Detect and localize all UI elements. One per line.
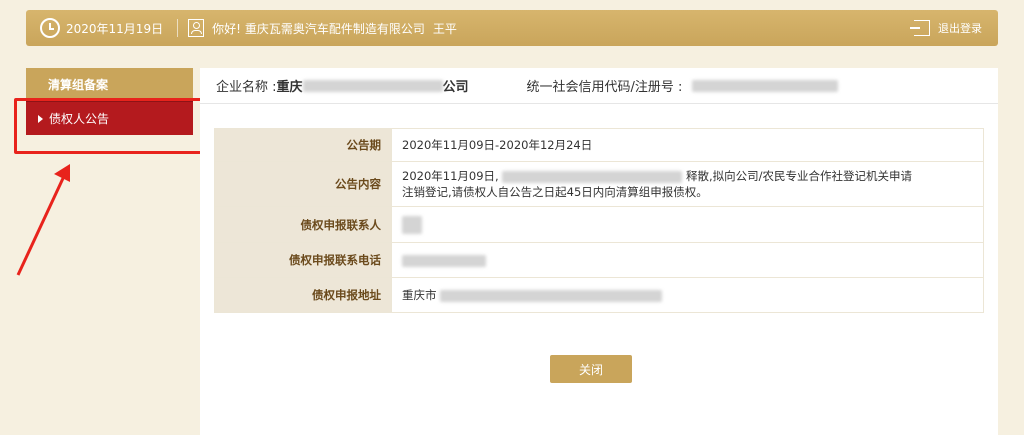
row-key: 公告内容 bbox=[214, 161, 392, 207]
redacted-notice-text bbox=[502, 170, 683, 183]
contact-phone-value bbox=[391, 242, 984, 278]
redacted-company-name bbox=[302, 79, 443, 92]
redacted-contact-phone bbox=[402, 254, 486, 267]
notice-period-value: 2020年11月09日-2020年12月24日 bbox=[391, 128, 984, 162]
row-key: 债权申报联系人 bbox=[214, 206, 392, 243]
sidebar: 清算组备案 债权人公告 bbox=[26, 68, 193, 135]
caret-right-icon bbox=[38, 114, 43, 123]
claim-address-value: 重庆市 bbox=[391, 277, 984, 313]
row-key: 公告期 bbox=[214, 128, 392, 162]
table-row: 公告内容 2020年11月09日, 释散,拟向公司/农民专业合作社登记机关申请 … bbox=[214, 161, 984, 207]
credit-code-label: 统一社会信用代码/注册号 : bbox=[526, 80, 683, 95]
company-name-prefix: 重庆 bbox=[276, 80, 303, 95]
logout-icon bbox=[910, 20, 930, 36]
table-row: 债权申报联系电话 bbox=[214, 242, 984, 278]
redacted-credit-code bbox=[692, 79, 839, 92]
greeting-text: 你好! bbox=[212, 21, 241, 36]
header-company-name: 重庆瓦需奥汽车配件制造有限公司 bbox=[244, 21, 425, 36]
clock-icon bbox=[40, 18, 60, 38]
panel-header: 企业名称 : 重庆 公司 统一社会信用代码/注册号 : bbox=[200, 68, 998, 104]
redacted-contact-person bbox=[402, 215, 422, 234]
close-button[interactable]: 关闭 bbox=[550, 355, 632, 383]
sidebar-item-label: 债权人公告 bbox=[49, 112, 110, 126]
sidebar-item-creditor-notice[interactable]: 债权人公告 bbox=[26, 101, 193, 135]
top-header-bar: 2020年11月19日 你好! 重庆瓦需奥汽车配件制造有限公司 王平 退出登录 bbox=[26, 10, 998, 46]
notice-info-table: 公告期 2020年11月09日-2020年12月24日 公告内容 2020年11… bbox=[214, 128, 984, 313]
header-username: 王平 bbox=[432, 21, 457, 36]
user-icon bbox=[188, 19, 205, 37]
table-row: 债权申报联系人 bbox=[214, 206, 984, 243]
contact-person-value bbox=[391, 206, 984, 243]
header-divider bbox=[177, 19, 179, 37]
logout-button[interactable]: 退出登录 bbox=[910, 20, 982, 36]
current-date: 2020年11月19日 bbox=[66, 21, 164, 36]
notice-content-value: 2020年11月09日, 释散,拟向公司/农民专业合作社登记机关申请 注销登记,… bbox=[391, 161, 984, 207]
notice-content-line1-suffix: 释散,拟向公司/农民专业合作社登记机关申请 bbox=[686, 169, 913, 183]
main-panel: 企业名称 : 重庆 公司 统一社会信用代码/注册号 : 公告期 2020年11月… bbox=[200, 68, 998, 435]
redacted-claim-address bbox=[440, 289, 663, 302]
row-key: 债权申报联系电话 bbox=[214, 242, 392, 278]
logout-label: 退出登录 bbox=[938, 22, 982, 35]
claim-address-prefix: 重庆市 bbox=[402, 288, 437, 302]
table-row: 债权申报地址 重庆市 bbox=[214, 277, 984, 313]
annotation-arrow-icon bbox=[16, 164, 70, 276]
company-name-label: 企业名称 : bbox=[216, 80, 277, 95]
table-row: 公告期 2020年11月09日-2020年12月24日 bbox=[214, 128, 984, 162]
sidebar-group-title[interactable]: 清算组备案 bbox=[26, 68, 193, 101]
company-name-suffix: 公司 bbox=[442, 80, 469, 95]
row-key: 债权申报地址 bbox=[214, 277, 392, 313]
notice-content-line2: 注销登记,请债权人自公告之日起45日内向清算组申报债权。 bbox=[402, 185, 708, 199]
notice-content-line1-prefix: 2020年11月09日, bbox=[402, 169, 499, 183]
